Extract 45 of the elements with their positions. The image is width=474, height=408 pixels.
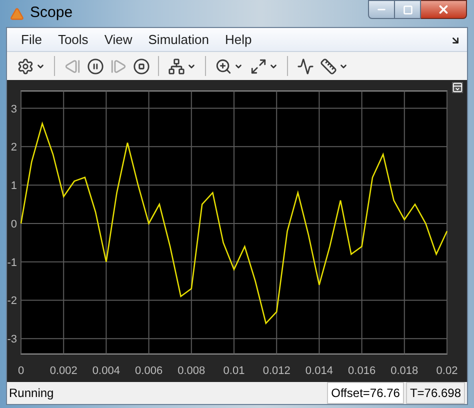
axis-label: 0.006: [135, 365, 163, 377]
menu-item[interactable]: File: [21, 30, 42, 50]
close-button[interactable]: [421, 0, 467, 19]
axis-label: 0.018: [390, 365, 418, 377]
axis-label: 0.014: [305, 365, 333, 377]
pause-button[interactable]: [85, 56, 105, 76]
axis-label: 0.012: [262, 365, 290, 377]
app-icon: [10, 6, 24, 20]
axis-label: -3: [7, 334, 17, 346]
undock-icon[interactable]: [452, 82, 463, 93]
window-title: Scope: [30, 3, 73, 24]
axis-label: -1: [7, 256, 17, 269]
dropdown-icon[interactable]: [339, 62, 348, 70]
axis-label: 0: [10, 218, 17, 230]
menu-item[interactable]: View: [104, 30, 132, 50]
axis-label: 0.008: [178, 365, 206, 377]
minimize-button[interactable]: [368, 0, 395, 19]
maximize-button[interactable]: [395, 0, 421, 19]
signal-button[interactable]: [295, 56, 315, 76]
axis-label: 0.004: [92, 365, 120, 377]
offset-readout: Offset=76.76: [327, 382, 404, 404]
dropdown-icon[interactable]: [269, 62, 278, 70]
time-readout: T=76.698: [406, 382, 465, 404]
maximize-icon: [402, 4, 412, 14]
axis-label: 0.01: [223, 365, 245, 377]
axis-label: 0.016: [348, 365, 376, 377]
dropdown-icon[interactable]: [36, 62, 45, 70]
close-icon: [437, 3, 450, 16]
axis-label: -2: [7, 295, 17, 308]
dropdown-icon[interactable]: [187, 62, 196, 70]
axis-label: 1: [10, 180, 17, 192]
axis-label: 0.02: [436, 365, 458, 377]
status-message: Running: [9, 385, 55, 402]
dock-icon[interactable]: [450, 35, 461, 46]
axis-label: 2: [10, 142, 17, 154]
menu-item[interactable]: Tools: [58, 30, 88, 50]
dropdown-icon[interactable]: [234, 62, 243, 70]
axis-label: 3: [10, 103, 17, 116]
blocks-button[interactable]: [166, 56, 186, 76]
menu-item[interactable]: Help: [224, 30, 252, 50]
menu-item[interactable]: Simulation: [148, 30, 209, 50]
ruler-button[interactable]: [318, 56, 338, 76]
axis-label: 0.002: [50, 365, 78, 377]
axis-label: 0: [18, 365, 24, 377]
stop-button[interactable]: [131, 56, 151, 76]
